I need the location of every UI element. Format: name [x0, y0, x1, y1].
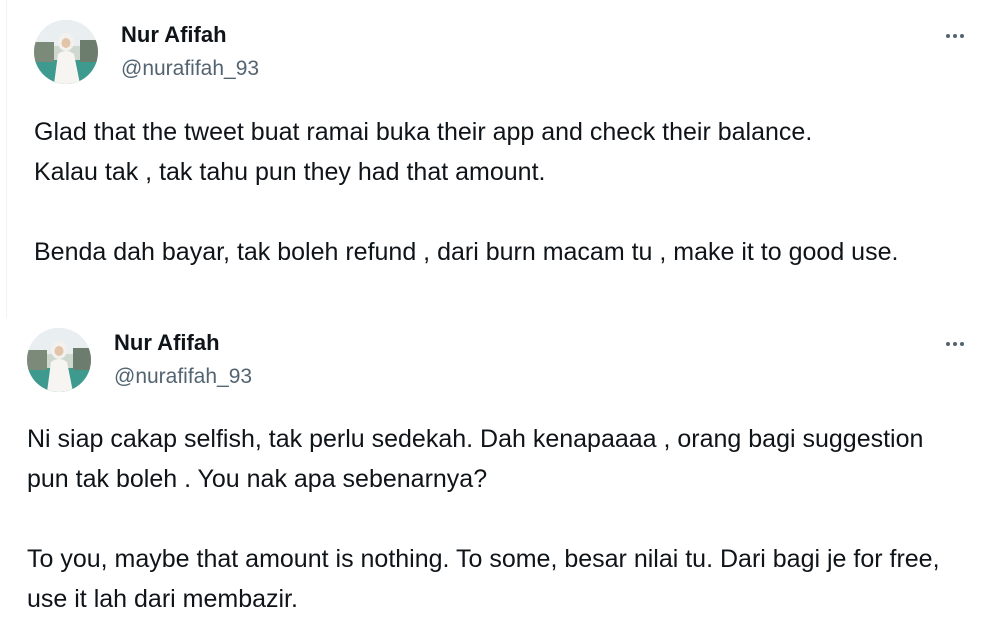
tweet-card[interactable]: Nur Afifah @nurafifah_93 Ni siap cakap s…	[0, 318, 1000, 623]
avatar-photo	[34, 20, 98, 84]
tweet-paragraph: Ni siap cakap selfish, tak perlu sedekah…	[27, 425, 931, 493]
handle[interactable]: @nurafifah_93	[121, 57, 259, 81]
avatar[interactable]	[27, 328, 91, 392]
avatar[interactable]	[34, 20, 98, 84]
more-options-button[interactable]	[937, 22, 973, 50]
tweet-paragraph: Benda dah bayar, tak boleh refund , dari…	[34, 238, 899, 266]
tweet-card[interactable]: Nur Afifah @nurafifah_93 Glad that the t…	[0, 0, 1000, 318]
more-options-button[interactable]	[937, 330, 973, 358]
thread-edge	[6, 0, 7, 318]
display-name[interactable]: Nur Afifah	[121, 22, 227, 48]
tweet-text: Glad that the tweet buat ramai buka thei…	[34, 112, 984, 272]
more-horizontal-icon	[946, 342, 964, 346]
display-name[interactable]: Nur Afifah	[114, 330, 220, 356]
tweet-paragraph: To you, maybe that amount is nothing. To…	[27, 545, 947, 613]
avatar-photo	[27, 328, 91, 392]
tweet-text: Ni siap cakap selfish, tak perlu sedekah…	[27, 419, 972, 619]
more-horizontal-icon	[946, 34, 964, 38]
handle[interactable]: @nurafifah_93	[114, 365, 252, 389]
tweet-paragraph: Glad that the tweet buat ramai buka thei…	[34, 118, 813, 186]
